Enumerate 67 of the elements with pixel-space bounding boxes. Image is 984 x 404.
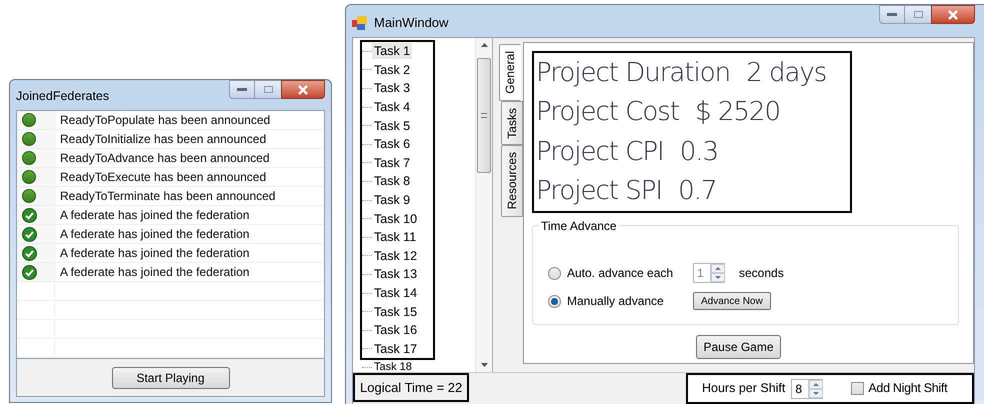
tree-item[interactable]: Task 10 xyxy=(372,210,420,227)
scrollbar[interactable] xyxy=(475,38,492,372)
maximize-button[interactable] xyxy=(905,5,931,24)
message-text: A federate has joined the federation xyxy=(59,264,250,281)
message-text: A federate has joined the federation xyxy=(59,207,250,224)
close-button[interactable] xyxy=(931,5,975,24)
tree-item[interactable]: Task 16 xyxy=(372,322,420,338)
message-text: A federate has joined the federation xyxy=(59,226,250,243)
unit-label: seconds xyxy=(739,265,784,282)
minimize-button[interactable] xyxy=(229,80,255,99)
tree-item[interactable]: Task 4 xyxy=(372,99,412,116)
logical-time-text: Logical Time = 22 xyxy=(353,373,470,402)
checkbox[interactable] xyxy=(851,382,864,395)
minimize-button[interactable] xyxy=(879,5,905,24)
pause-game-button[interactable]: Pause Game xyxy=(696,335,781,359)
message-text: ReadyToAdvance has been announced xyxy=(59,150,270,167)
message-text: ReadyToPopulate has been announced xyxy=(59,112,270,129)
window-title: MainWindow xyxy=(374,14,448,32)
tree-item[interactable]: Task 15 xyxy=(372,304,420,320)
metric-value: $ 2520 xyxy=(695,96,780,130)
vertical-tab[interactable]: General xyxy=(499,44,521,101)
tree-item[interactable]: Task 13 xyxy=(372,266,420,282)
metric-value: 0.3 xyxy=(680,136,718,169)
tree-item[interactable]: Task 12 xyxy=(372,248,420,264)
scroll-thumb[interactable] xyxy=(477,58,491,173)
tree-item[interactable]: Task 8 xyxy=(372,173,412,190)
tree-item[interactable]: Task 14 xyxy=(372,285,420,302)
radio-label: Manually advance xyxy=(567,293,665,310)
tree-item[interactable]: Task 11 xyxy=(372,229,418,246)
close-button[interactable] xyxy=(281,80,325,99)
tree-item[interactable]: Task 6 xyxy=(372,136,412,152)
tree-item[interactable]: Task 9 xyxy=(372,192,412,208)
message-text: A federate has joined the federation xyxy=(59,245,250,262)
app-icon xyxy=(352,16,368,30)
close-icon xyxy=(297,84,309,94)
vertical-tab[interactable]: Tasks xyxy=(501,100,523,146)
message-text: ReadyToInitialize has been announced xyxy=(59,131,266,148)
number-spinner[interactable]: 1 xyxy=(693,263,725,283)
window-title: JoinedFederates xyxy=(16,88,110,105)
metric-value: 2 days xyxy=(746,56,826,90)
tree-item[interactable]: Task 2 xyxy=(372,62,412,78)
radio-button[interactable] xyxy=(548,266,561,280)
metric-value: 0.7 xyxy=(678,175,716,208)
metric-label: Project CPI xyxy=(536,136,664,169)
message-text: ReadyToExecute has been announced xyxy=(59,169,266,186)
spinner-value: 1 xyxy=(696,265,705,282)
close-icon xyxy=(947,10,959,20)
metric-label: Project Duration xyxy=(536,56,730,90)
hours-label: Hours per Shift xyxy=(702,380,786,398)
maximize-button[interactable] xyxy=(255,80,281,99)
number-spinner[interactable]: 8 xyxy=(791,378,824,398)
tree-item[interactable]: Task 17 xyxy=(372,340,420,357)
tree-item[interactable]: Task 1 xyxy=(372,43,412,60)
advance-now-button[interactable]: Advance Now xyxy=(693,292,771,310)
tree-item[interactable]: Task 18 xyxy=(372,361,414,372)
tree-item[interactable]: Task 3 xyxy=(372,80,412,96)
radio-button[interactable] xyxy=(548,294,561,308)
tree-item[interactable]: Task 5 xyxy=(372,118,412,134)
spinner-value: 8 xyxy=(794,380,804,398)
start-playing-button[interactable]: Start Playing xyxy=(112,366,230,388)
radio-label: Auto. advance each xyxy=(567,265,674,282)
metric-label: Project SPI xyxy=(536,175,662,208)
tree-item[interactable]: Task 7 xyxy=(372,154,412,171)
checkbox-label: Add Night Shift xyxy=(868,380,948,398)
metric-label: Project Cost xyxy=(536,96,680,130)
message-text: ReadyToTerminate has been announced xyxy=(59,188,276,205)
vertical-tab[interactable]: Resources xyxy=(501,145,523,217)
